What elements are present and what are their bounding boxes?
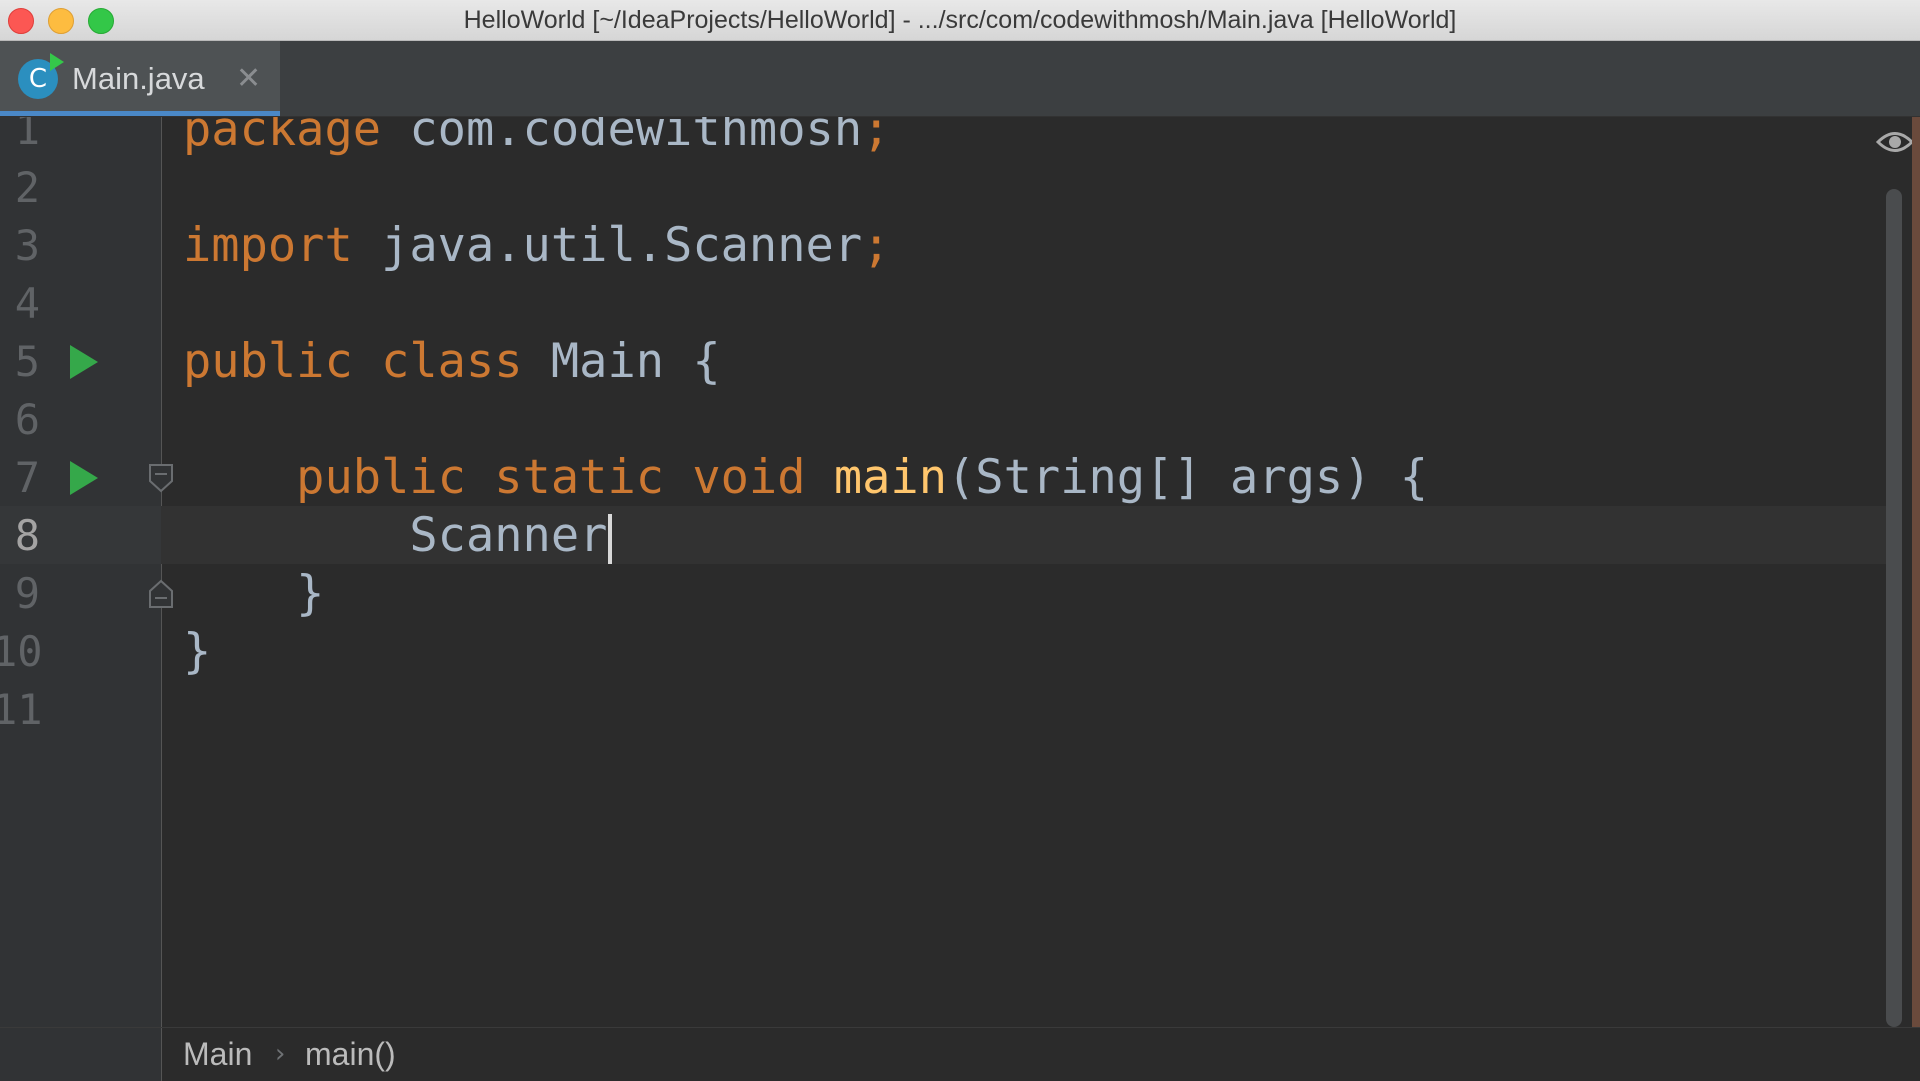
code-line[interactable]: import java.util.Scanner; bbox=[183, 217, 890, 275]
code-token: } bbox=[183, 566, 325, 621]
line-number: 7 bbox=[14, 453, 40, 502]
code-token: com.codewithmosh bbox=[409, 117, 863, 157]
window-edge bbox=[1912, 117, 1920, 1027]
code-token: package bbox=[183, 117, 410, 157]
line-number: 6 bbox=[14, 395, 40, 444]
code-token: import bbox=[183, 218, 382, 273]
code-token: public static void bbox=[183, 450, 834, 505]
tab-main-java[interactable]: C Main.java ✕ bbox=[0, 41, 280, 116]
breadcrumb-item-class[interactable]: Main bbox=[183, 1028, 252, 1081]
line-number: 11 bbox=[0, 685, 43, 734]
code-line[interactable]: } bbox=[183, 623, 211, 681]
code-line[interactable]: } bbox=[183, 565, 324, 623]
code-editor[interactable]: 1 2 3 4 5 6 7 8 9 10 11 package com.codewithmosh; im… bbox=[0, 117, 1920, 1027]
line-number: 4 bbox=[14, 279, 40, 328]
tab-label: Main.java bbox=[72, 61, 205, 96]
breadcrumb: Main › main() bbox=[0, 1027, 1920, 1081]
active-tab-indicator bbox=[0, 111, 280, 116]
code-line[interactable]: Scanner bbox=[183, 507, 613, 565]
code-token: main bbox=[833, 450, 948, 505]
java-class-icon-letter: C bbox=[28, 64, 48, 94]
line-number: 1 bbox=[14, 117, 40, 154]
code-token: Scanner bbox=[183, 508, 608, 563]
close-tab-icon[interactable]: ✕ bbox=[236, 41, 261, 116]
breadcrumb-item-method[interactable]: main() bbox=[305, 1028, 396, 1081]
code-line[interactable]: public static void main(String[] args) { bbox=[183, 449, 1428, 507]
runnable-badge-icon bbox=[50, 53, 64, 71]
breadcrumb-gutter bbox=[0, 1028, 162, 1081]
line-number: 9 bbox=[14, 569, 40, 618]
code-token: Main { bbox=[550, 334, 721, 389]
code-token: (String[] args) { bbox=[947, 450, 1429, 505]
code-token: java.util.Scanner bbox=[381, 218, 863, 273]
vertical-scrollbar[interactable] bbox=[1886, 189, 1902, 1027]
reader-mode-eye-icon[interactable] bbox=[1876, 129, 1914, 155]
text-caret bbox=[608, 513, 613, 564]
code-token: ; bbox=[862, 117, 891, 157]
breadcrumb-separator-icon: › bbox=[275, 1039, 286, 1069]
line-number: 3 bbox=[14, 221, 40, 270]
code-token: public class bbox=[183, 334, 551, 389]
code-line[interactable]: package com.codewithmosh; bbox=[183, 117, 890, 159]
run-gutter-icon[interactable] bbox=[70, 461, 98, 495]
line-number: 5 bbox=[14, 337, 40, 386]
line-number: 2 bbox=[14, 163, 40, 212]
line-number: 10 bbox=[0, 627, 43, 676]
window-title: HelloWorld [~/IdeaProjects/HelloWorld] -… bbox=[463, 6, 1457, 34]
code-token: ; bbox=[862, 218, 891, 273]
line-number: 8 bbox=[14, 511, 40, 560]
code-fold-icon[interactable] bbox=[148, 463, 174, 493]
editor-tab-bar: C Main.java ✕ bbox=[0, 41, 1920, 117]
title-bar: HelloWorld [~/IdeaProjects/HelloWorld] -… bbox=[0, 0, 1920, 41]
java-class-icon: C bbox=[18, 53, 64, 99]
code-line[interactable]: public class Main { bbox=[183, 333, 721, 391]
code-token: } bbox=[183, 624, 212, 679]
code-fold-icon[interactable] bbox=[148, 579, 174, 609]
run-gutter-icon[interactable] bbox=[70, 345, 98, 379]
